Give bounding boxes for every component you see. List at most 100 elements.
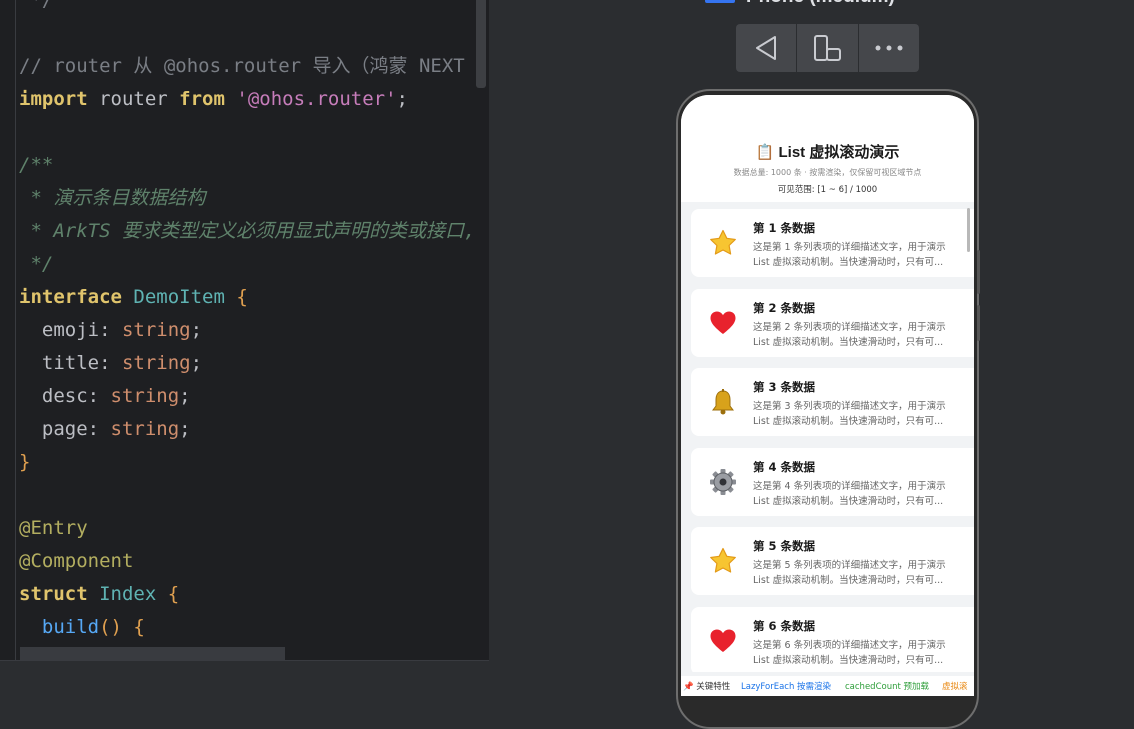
code-token: * ArkTS 要求类型定义必须用显式声明的类或接口,	[19, 220, 476, 242]
heart-icon	[709, 309, 737, 337]
list-item[interactable]: 第 6 条数据这是第 6 条列表项的详细描述文字，用于演示 List 虚拟滚动机制…	[691, 606, 974, 672]
code-token: Index	[99, 583, 157, 605]
code-line: }	[19, 446, 475, 479]
code-line: interface DemoItem {	[19, 281, 475, 314]
code-editor[interactable]: */ // router 从 @ohos.router 导入（鸿蒙 NEXT imp…	[0, 0, 489, 696]
key-features-bar: 📌 关键特性 LazyForEach 按需渲染 cachedCount 预加载 …	[681, 676, 974, 696]
back-button[interactable]	[736, 24, 798, 72]
code-token: {	[236, 286, 248, 308]
previewer-toolbar	[736, 24, 919, 72]
list-item-title: 第 3 条数据	[753, 380, 816, 394]
code-token: * 演示条目数据结构	[19, 187, 206, 209]
list-item-desc: 这是第 1 条列表项的详细描述文字，用于演示	[753, 242, 946, 253]
code-token: string	[121, 319, 191, 341]
rotate-device-icon	[814, 35, 842, 61]
back-icon	[756, 36, 777, 60]
feature-tag-cachedcount: cachedCount 预加载	[845, 682, 930, 692]
list-item-title: 第 4 条数据	[753, 459, 816, 474]
page-subtitle: 数据总量: 1000 条 · 按需渲染，仅保留可视区域节点	[733, 168, 922, 177]
editor-hint-popup	[20, 647, 285, 660]
code-line: */	[19, 0, 475, 17]
editor-bottom-bar	[0, 660, 489, 696]
code-token: emoji	[19, 319, 100, 341]
code-token: desc	[19, 385, 88, 407]
code-token: string	[110, 385, 180, 407]
list-item[interactable]: 第 2 条数据这是第 2 条列表项的详细描述文字，用于演示 List 虚拟滚动机制…	[691, 288, 974, 357]
code-token: // router 从 @ohos.router 导入（鸿蒙 NEXT	[19, 55, 465, 77]
code-token: struct	[19, 583, 88, 605]
list-item-title: 第 1 条数据	[753, 221, 816, 235]
list-item-title: 第 5 条数据	[753, 539, 816, 553]
code-token: {	[133, 616, 145, 638]
code-token: ;	[190, 319, 203, 341]
list-item-desc-line2: List 虚拟滚动机制。当快速滑动时，只有可...	[753, 416, 944, 427]
feature-tag-lazyforeach: LazyForEach 按需渲染	[741, 682, 832, 692]
code-line: /**	[19, 149, 475, 182]
code-token: title	[19, 352, 100, 374]
feature-tag-virtual-scroll: 虚拟滚	[942, 682, 968, 692]
list-item-title: 第 6 条数据	[753, 618, 816, 633]
key-features-label: 📌 关键特性	[683, 682, 731, 692]
list-item-desc: 这是第 4 条列表项的详细描述文字，用于演示	[753, 480, 946, 492]
code-token: {	[167, 583, 180, 605]
code-line: build() {	[19, 611, 475, 644]
code-token: ;	[179, 418, 191, 440]
list-item-desc: 这是第 6 条列表项的详细描述文字，用于演示	[753, 639, 946, 651]
list-item-desc-line2: List 虚拟滚动机制。当快速滑动时，只有可...	[753, 654, 944, 666]
code-line: * ArkTS 要求类型定义必须用显式声明的类或接口,	[19, 215, 475, 248]
code-token: from	[179, 88, 225, 110]
code-token: page	[19, 418, 88, 440]
code-token: :	[87, 385, 111, 407]
gutter-divider	[15, 0, 16, 660]
code-token: string	[110, 418, 180, 440]
page-title: 📋 List 虚拟滚动演示	[755, 144, 900, 161]
list-item-desc: 这是第 2 条列表项的详细描述文字，用于演示	[753, 321, 946, 333]
list-item-title: 第 2 条数据	[753, 300, 816, 315]
code-token: ;	[396, 88, 408, 110]
code-token: import	[19, 88, 88, 110]
code-token: @Entry	[19, 517, 88, 539]
list-item[interactable]: 第 3 条数据 这是第 3 条列表项的详细描述文字，用于演示 List 虚拟滚动机制…	[691, 368, 974, 436]
star-icon	[709, 229, 737, 257]
code-line: desc: string;	[19, 380, 475, 413]
code-token: /**	[19, 154, 54, 176]
code-line: */	[19, 248, 475, 281]
code-token: ;	[179, 385, 191, 407]
code-token: :	[99, 352, 122, 374]
code-token: build	[19, 616, 100, 638]
code-line: * 演示条目数据结构	[19, 182, 475, 215]
code-token: */	[19, 253, 54, 275]
list-item[interactable]: 第 5 条数据 这是第 5 条列表项的详细描述文字，用于演示 List 虚拟滚动机制…	[691, 527, 974, 595]
list-item[interactable]: 第 4 条数据 这是第 4 条列表项的详细描述文字，用于演示 List 虚拟滚动机制…	[691, 447, 974, 516]
code-text[interactable]: */ // router 从 @ohos.router 导入（鸿蒙 NEXT imp…	[19, 0, 475, 677]
virtual-list[interactable]: 第 1 条数据这是第 1 条列表项的详细描述文字，用于演示 List 虚拟滚动机制…	[681, 202, 974, 672]
phone-screen[interactable]: 📋 List 虚拟滚动演示 数据总量: 1000 条 · 按需渲染，仅保留可视区…	[681, 95, 974, 696]
visible-range-text: 可见范围: [1 ~ 6] / 1000	[777, 185, 878, 195]
list-item-desc: 这是第 5 条列表项的详细描述文字，用于演示	[753, 560, 946, 571]
device-name-label: Phone (medium)	[746, 0, 895, 8]
editor-scrollbar-thumb[interactable]	[476, 0, 486, 88]
heart-icon	[709, 627, 737, 655]
code-line: title: string;	[19, 347, 475, 380]
rotate-device-button[interactable]	[797, 24, 859, 72]
code-token: @Component	[19, 550, 134, 572]
code-line: struct Index {	[19, 578, 475, 611]
list-scrollbar[interactable]	[967, 208, 970, 252]
gear-icon	[709, 468, 737, 496]
more-icon	[875, 45, 903, 51]
code-token: :	[99, 319, 122, 341]
list-item-desc-line2: List 虚拟滚动机制。当快速滑动时，只有可...	[753, 336, 944, 348]
code-line: // router 从 @ohos.router 导入（鸿蒙 NEXT	[19, 50, 475, 83]
code-token: interface	[19, 286, 122, 308]
code-token: '@ohos.router'	[236, 88, 397, 110]
list-item[interactable]: 第 1 条数据 这是第 1 条列表项的详细描述文字，用于演示 List 虚拟滚动机制…	[691, 209, 974, 277]
code-token: }	[19, 451, 31, 473]
star-icon	[709, 547, 737, 575]
more-button[interactable]	[859, 24, 919, 72]
